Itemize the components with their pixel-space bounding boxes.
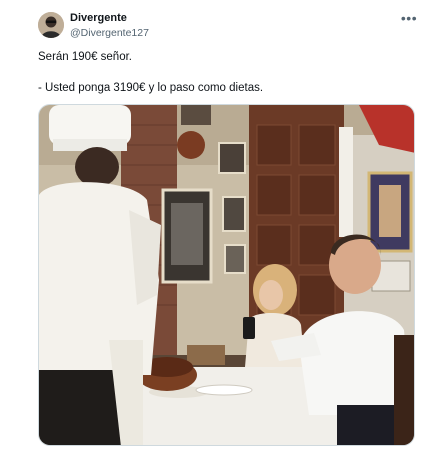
tweet-photo[interactable] bbox=[38, 104, 415, 446]
tweet-text-line: Serán 190€ señor. bbox=[38, 51, 132, 63]
author-handle[interactable]: @Divergente127 bbox=[70, 27, 149, 40]
avatar[interactable] bbox=[38, 12, 64, 38]
tweet-card[interactable]: Divergente @Divergente127 ••• Serán 190€… bbox=[0, 0, 433, 452]
tweet-text-line: - Usted ponga 3190€ y lo paso como dieta… bbox=[38, 82, 264, 94]
restaurant-photo bbox=[39, 105, 414, 445]
author-name[interactable]: Divergente bbox=[70, 12, 127, 25]
more-icon[interactable]: ••• bbox=[398, 10, 420, 28]
avatar-image bbox=[38, 12, 64, 38]
